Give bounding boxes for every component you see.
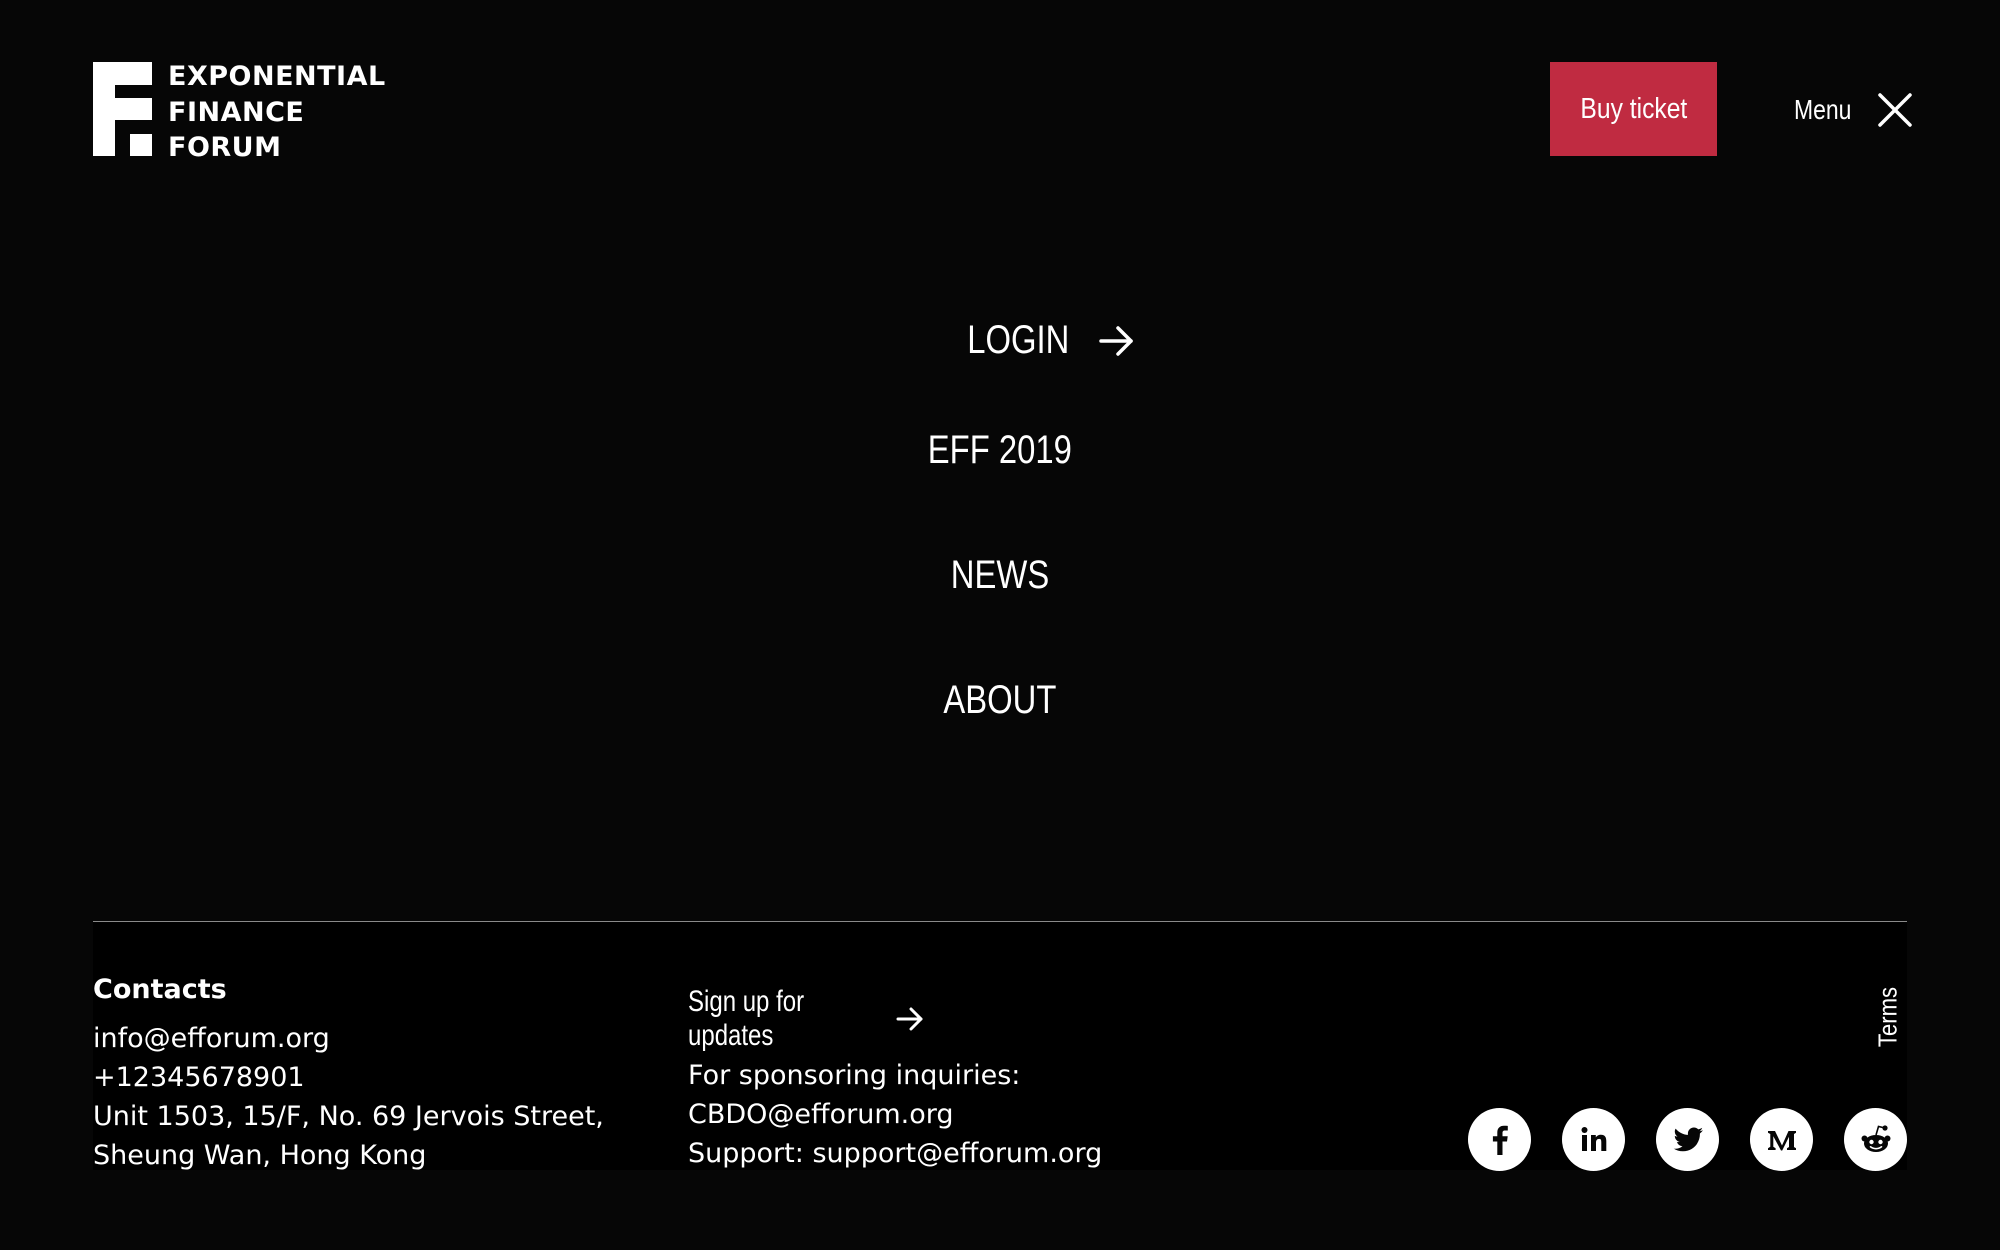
medium-link[interactable] — [1750, 1108, 1813, 1171]
medium-icon — [1767, 1130, 1796, 1150]
close-icon[interactable] — [1876, 91, 1914, 129]
menu-close-toggle[interactable]: Menu — [1794, 88, 1914, 132]
logo-line: FINANCE — [168, 96, 305, 128]
nav-item-about[interactable]: ABOUT — [0, 678, 2000, 723]
sponsor-text: For sponsoring inquiries: — [688, 1060, 1021, 1091]
nav-item-label: ABOUT — [943, 678, 1057, 722]
nav-item-eff-2019[interactable]: EFF 2019 — [0, 428, 2000, 473]
support-line: Support: support@efforum.org — [688, 1134, 1102, 1173]
menu-label: Menu — [1794, 94, 1852, 125]
support-prefix: Support: — [688, 1138, 804, 1169]
nav-item-label: EFF 2019 — [927, 428, 1073, 472]
site-logo[interactable]: EXPONENTIAL FINANCE FORUM — [93, 59, 386, 166]
support-email-link[interactable]: support@efforum.org — [812, 1138, 1102, 1169]
signup-updates-link[interactable]: Sign up for updates — [688, 985, 925, 1053]
logo-f-mark-icon — [93, 62, 152, 156]
arrow-right-icon — [896, 1007, 923, 1031]
contacts-title: Contacts — [93, 974, 227, 1005]
reddit-link[interactable] — [1844, 1108, 1907, 1171]
twitter-link[interactable] — [1656, 1108, 1719, 1171]
facebook-link[interactable] — [1468, 1108, 1531, 1171]
logo-line: EXPONENTIAL — [168, 61, 386, 92]
twitter-icon — [1673, 1127, 1703, 1151]
terms-link[interactable]: Terms — [1868, 985, 1908, 1049]
nav-item-label: NEWS — [950, 553, 1050, 597]
nav-item-news[interactable]: NEWS — [0, 553, 2000, 598]
buy-ticket-button[interactable]: Buy ticket — [1550, 62, 1717, 156]
facebook-icon — [1492, 1125, 1508, 1155]
linkedin-icon — [1581, 1126, 1606, 1151]
social-links — [1468, 1108, 1907, 1171]
logo-wordmark: EXPONENTIAL FINANCE FORUM — [168, 59, 386, 166]
terms-label: Terms — [1872, 986, 1903, 1048]
contact-address-line: Unit 1503, 15/F, No. 69 Jervois Street, — [93, 1101, 604, 1132]
buy-ticket-label: Buy ticket — [1580, 92, 1687, 125]
contact-phone-link[interactable]: +12345678901 — [93, 1058, 604, 1097]
login-link[interactable]: LOGIN — [956, 318, 1136, 363]
logo-line: FORUM — [168, 132, 282, 163]
linkedin-link[interactable] — [1562, 1108, 1625, 1171]
signup-label: Sign up for updates — [688, 985, 805, 1052]
contact-email-link[interactable]: info@efforum.org — [93, 1019, 604, 1058]
arrow-right-icon — [1099, 325, 1134, 356]
contacts-block: Contacts info@efforum.org +12345678901 U… — [93, 970, 604, 1175]
contact-address-line: Sheung Wan, Hong Kong — [93, 1140, 427, 1171]
reddit-icon — [1861, 1124, 1890, 1152]
sponsor-email-link[interactable]: CBDO@efforum.org — [688, 1095, 1102, 1134]
sponsor-block: For sponsoring inquiries: CBDO@efforum.o… — [688, 1056, 1102, 1173]
nav-item-label: LOGIN — [967, 318, 1070, 362]
